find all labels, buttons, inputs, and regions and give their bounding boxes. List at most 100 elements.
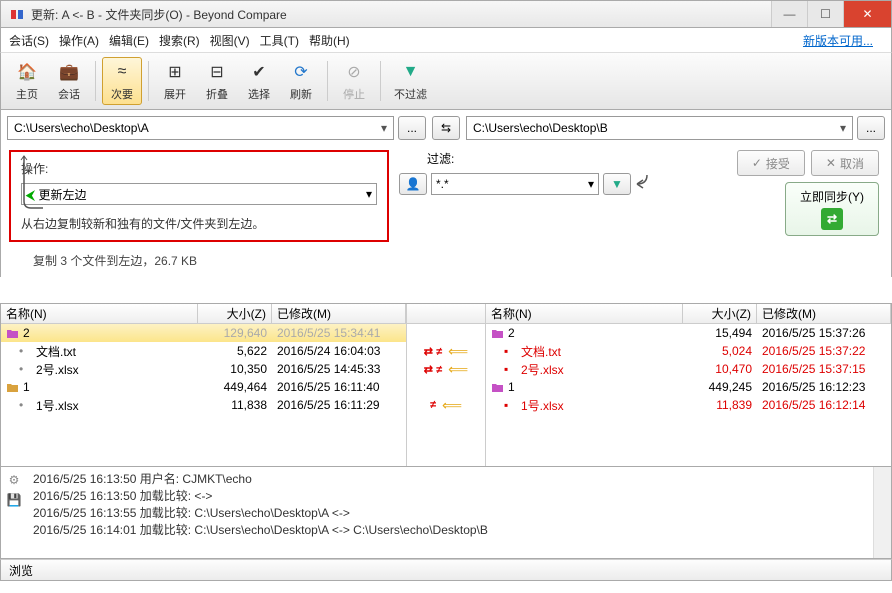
nofilter-button[interactable]: ▼不过滤 — [387, 57, 434, 105]
status-text: 浏览 — [9, 562, 33, 579]
session-button[interactable]: 💼会话 — [49, 57, 89, 105]
table-row[interactable]: 1449,4642016/5/25 16:11:40 — [1, 378, 406, 396]
chevron-down-icon[interactable]: ▾ — [840, 121, 846, 135]
grid-header: 名称(N) 大小(Z) 已修改(M) — [486, 304, 891, 324]
menu-search[interactable]: 搜索(R) — [159, 32, 200, 49]
sync-now-button[interactable]: 立即同步(Y) ⇄ — [785, 182, 879, 236]
refresh-button[interactable]: ⟳刷新 — [281, 57, 321, 105]
connector-icon — [635, 173, 675, 195]
menu-tool[interactable]: 工具(T) — [260, 32, 299, 49]
compare-indicator — [407, 324, 485, 342]
filter-apply-button[interactable]: ▼ — [603, 173, 631, 195]
arrow-left-icon: ⟸ — [448, 361, 468, 378]
menu-help[interactable]: 帮助(H) — [309, 32, 350, 49]
compare-indicator: ⇄ ≠ ⟸ — [407, 360, 485, 378]
funnel-icon: ▼ — [611, 177, 623, 191]
left-browse-button[interactable]: ... — [398, 116, 426, 140]
filter-input[interactable]: *.*▾ — [431, 173, 599, 195]
grid-body[interactable]: 2129,6402016/5/25 15:34:41•文档.txt5,62220… — [1, 324, 406, 466]
title-bar: 更新: A <- B - 文件夹同步(O) - Beyond Compare —… — [0, 0, 892, 28]
close-button[interactable]: ✕ — [843, 1, 891, 27]
col-name[interactable]: 名称(N) — [1, 304, 198, 323]
menu-action[interactable]: 操作(A) — [59, 32, 99, 49]
sync-icon: ⇄ — [821, 208, 843, 230]
x-icon: ✕ — [826, 156, 836, 170]
file-icon: • — [19, 398, 33, 412]
gear-icon[interactable]: ⚙ — [9, 473, 20, 487]
home-button[interactable]: 🏠主页 — [7, 57, 47, 105]
toolbar: 🏠主页 💼会话 ≈次要 ⊞展开 ⊟折叠 ✔选择 ⟳刷新 ⊘停止 ▼不过滤 — [0, 52, 892, 110]
stop-button: ⊘停止 — [334, 57, 374, 105]
log-body[interactable]: 2016/5/25 16:13:50 用户名: CJMKT\echo 2016/5… — [27, 467, 873, 558]
app-icon — [9, 6, 25, 22]
approx-icon: ≈ — [118, 60, 127, 84]
scrollbar[interactable] — [873, 467, 891, 558]
menu-bar: 会话(S) 操作(A) 编辑(E) 搜索(R) 视图(V) 工具(T) 帮助(H… — [0, 28, 892, 52]
table-row[interactable]: •1号.xlsx11,8382016/5/25 16:11:29 — [1, 396, 406, 414]
not-equal-icon: ⇄ ≠ — [424, 363, 442, 376]
menu-edit[interactable]: 编辑(E) — [109, 32, 149, 49]
briefcase-icon: 💼 — [59, 60, 79, 84]
filter-presets-button[interactable]: 👤 — [399, 173, 427, 195]
log-line: 2016/5/25 16:13:50 用户名: CJMKT\echo — [33, 471, 867, 488]
table-row[interactable]: •2号.xlsx10,3502016/5/25 14:45:33 — [1, 360, 406, 378]
table-row[interactable]: 1449,2452016/5/25 16:12:23 — [486, 378, 891, 396]
chevron-down-icon[interactable]: ▾ — [366, 187, 372, 201]
right-browse-button[interactable]: ... — [857, 116, 885, 140]
grid-body[interactable]: 215,4942016/5/25 15:37:26文档.txt5,0242016… — [486, 324, 891, 466]
menu-view[interactable]: 视图(V) — [210, 32, 250, 49]
swap-icon: ⇆ — [441, 121, 451, 135]
col-size[interactable]: 大小(Z) — [198, 304, 272, 323]
log-panel: ⚙ 💾 2016/5/25 16:13:50 用户名: CJMKT\echo20… — [0, 467, 892, 559]
funnel-icon: ▼ — [403, 60, 419, 84]
new-version-link[interactable]: 新版本可用... — [803, 32, 873, 49]
collapse-button[interactable]: ⊟折叠 — [197, 57, 237, 105]
col-name[interactable]: 名称(N) — [486, 304, 683, 323]
compare-indicator — [407, 378, 485, 396]
copy-status: 复制 3 个文件到左边，26.7 KB — [33, 252, 389, 269]
col-modified[interactable]: 已修改(M) — [757, 304, 891, 323]
left-path-input[interactable]: C:\Users\echo\Desktop\A▾ — [7, 116, 394, 140]
operation-label: 操作: — [21, 160, 377, 177]
separator — [148, 61, 149, 101]
minimize-button[interactable]: — — [771, 1, 807, 27]
table-row[interactable]: 2129,6402016/5/25 15:34:41 — [1, 324, 406, 342]
table-row[interactable]: 1号.xlsx11,8392016/5/25 16:12:14 — [486, 396, 891, 414]
cancel-button[interactable]: ✕取消 — [811, 150, 879, 176]
table-row[interactable]: 2号.xlsx10,4702016/5/25 15:37:15 — [486, 360, 891, 378]
save-icon[interactable]: 💾 — [7, 493, 22, 507]
operation-description: 从右边复制较新和独有的文件/文件夹到左边。 — [21, 215, 377, 232]
folder-icon — [6, 328, 20, 339]
operation-select[interactable]: ⮜更新左边 ▾ — [21, 183, 377, 205]
chevron-down-icon[interactable]: ▾ — [381, 121, 387, 135]
file-icon — [504, 398, 518, 412]
separator — [95, 61, 96, 101]
expand-button[interactable]: ⊞展开 — [155, 57, 195, 105]
stop-icon: ⊘ — [347, 60, 360, 84]
log-line: 2016/5/25 16:13:55 加载比较: C:\Users\echo\D… — [33, 505, 867, 522]
accept-button[interactable]: ✓接受 — [737, 150, 805, 176]
compare-indicator: ≠⟸ — [407, 396, 485, 414]
action-area: 操作: ⮜更新左边 ▾ 从右边复制较新和独有的文件/文件夹到左边。 复制 3 个… — [0, 146, 892, 277]
check-icon: ✔ — [252, 60, 265, 84]
select-button[interactable]: ✔选择 — [239, 57, 279, 105]
table-row[interactable]: •文档.txt5,6222016/5/24 16:04:03 — [1, 342, 406, 360]
file-icon — [504, 362, 518, 376]
chevron-down-icon[interactable]: ▾ — [588, 177, 594, 191]
swap-button[interactable]: ⇆ — [432, 116, 460, 140]
grid-body: ⇄ ≠ ⟸⇄ ≠ ⟸ ≠⟸ — [407, 324, 485, 414]
grid-header: 名称(N) 大小(Z) 已修改(M) — [1, 304, 406, 324]
col-size[interactable]: 大小(Z) — [683, 304, 757, 323]
menu-session[interactable]: 会话(S) — [9, 32, 49, 49]
right-grid: 名称(N) 大小(Z) 已修改(M) 215,4942016/5/25 15:3… — [486, 304, 891, 466]
col-modified[interactable]: 已修改(M) — [272, 304, 406, 323]
minor-button[interactable]: ≈次要 — [102, 57, 142, 105]
path-bar: C:\Users\echo\Desktop\A▾ ... ⇆ C:\Users\… — [0, 110, 892, 146]
file-icon: • — [19, 344, 33, 358]
table-row[interactable]: 文档.txt5,0242016/5/25 15:37:22 — [486, 342, 891, 360]
maximize-button[interactable]: ☐ — [807, 1, 843, 27]
right-path-input[interactable]: C:\Users\echo\Desktop\B▾ — [466, 116, 853, 140]
table-row[interactable]: 215,4942016/5/25 15:37:26 — [486, 324, 891, 342]
connector-icon — [15, 156, 33, 174]
collapse-icon: ⊟ — [210, 60, 223, 84]
